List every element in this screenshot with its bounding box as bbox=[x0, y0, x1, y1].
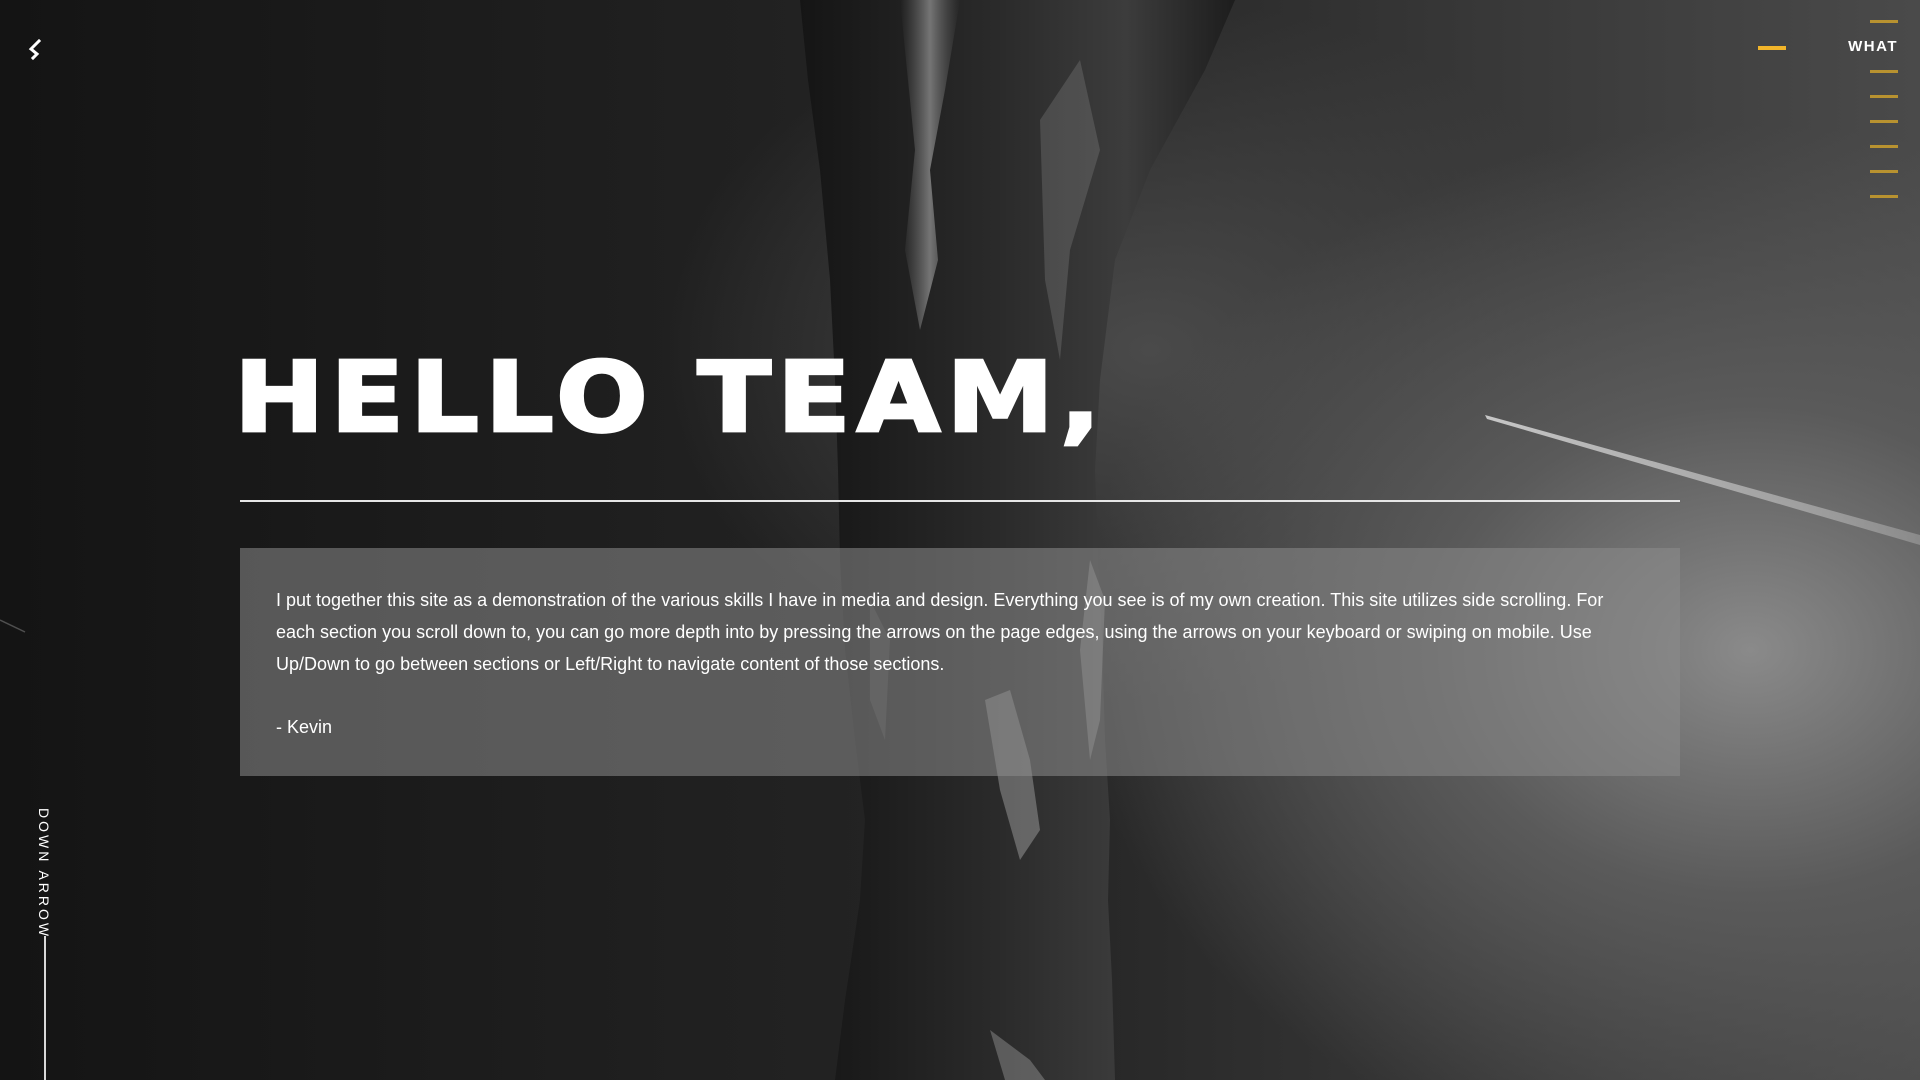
down-arrow-label: DOWN ARROW bbox=[36, 808, 52, 940]
nav-section-indicator[interactable] bbox=[1870, 95, 1898, 98]
page-title: HELLO TEAM, bbox=[233, 341, 1107, 455]
nav-section-indicator[interactable] bbox=[1870, 20, 1898, 23]
nav-section-indicator[interactable] bbox=[1870, 145, 1898, 148]
nav-section-indicator[interactable] bbox=[1870, 170, 1898, 173]
title-divider bbox=[240, 500, 1680, 502]
rock-pillar-background bbox=[0, 0, 1920, 1080]
intro-paragraph: I put together this site as a demonstrat… bbox=[276, 590, 1604, 674]
nav-section-indicator[interactable] bbox=[1870, 195, 1898, 198]
nav-section-indicator[interactable] bbox=[1870, 120, 1898, 123]
section-nav: WHAT bbox=[1738, 16, 1898, 206]
nav-section-indicator[interactable] bbox=[1870, 70, 1898, 73]
nav-active-label[interactable]: WHAT bbox=[1848, 38, 1898, 55]
nav-active-marker bbox=[1758, 46, 1786, 50]
back-button[interactable] bbox=[22, 36, 50, 64]
down-arrow-line bbox=[44, 936, 46, 1080]
down-arrow-button[interactable]: DOWN ARROW bbox=[36, 808, 56, 1080]
signature: - Kevin bbox=[276, 717, 333, 737]
hero-section: WHAT HELLO TEAM, I put together this sit… bbox=[0, 0, 1920, 1080]
chevron-left-icon bbox=[28, 38, 42, 61]
intro-panel: I put together this site as a demonstrat… bbox=[240, 548, 1680, 776]
